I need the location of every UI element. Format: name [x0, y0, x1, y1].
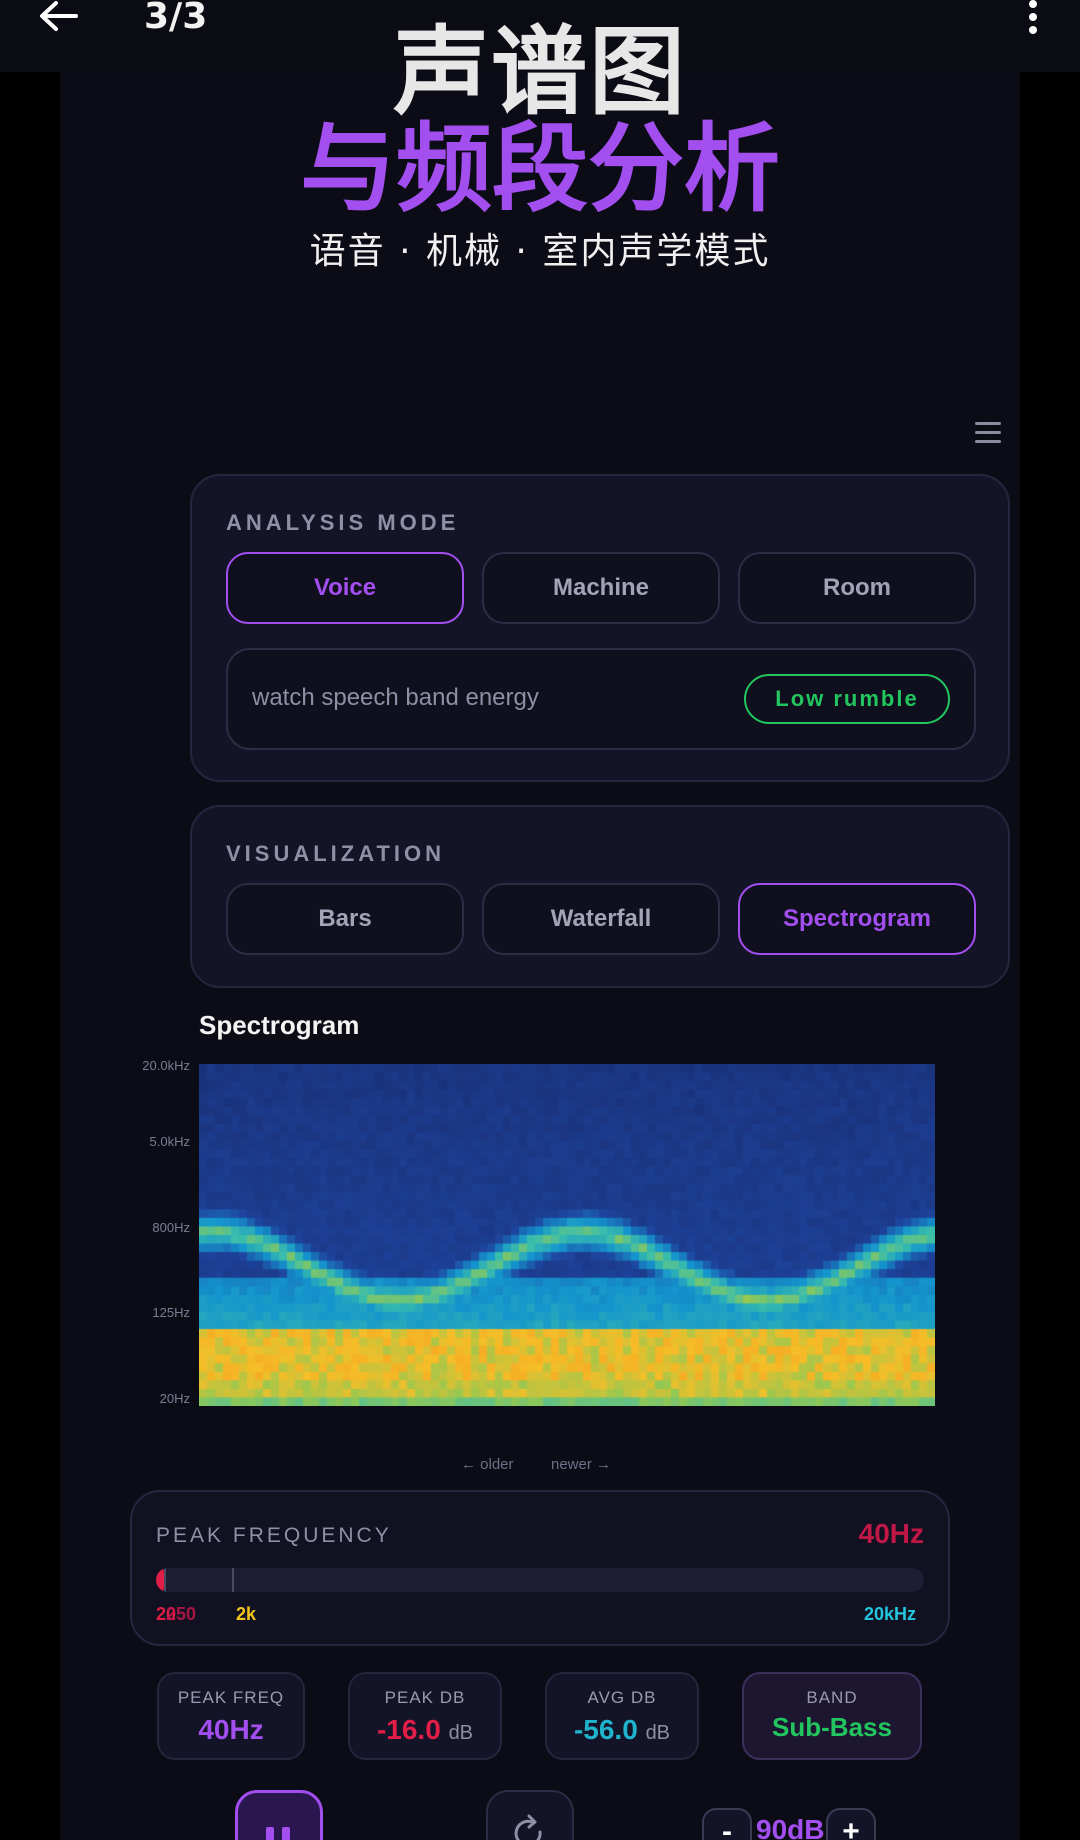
- newer-label: newer →: [551, 1456, 612, 1473]
- hero-subtitle: 与频段分析: [300, 113, 780, 225]
- hero-modes-line: 语音 · 机械 · 室内声学模式: [309, 231, 771, 272]
- stat-avg-db-value-wrap: -56.0 dB: [547, 1714, 697, 1746]
- stat-band-label: BAND: [806, 1688, 858, 1707]
- mode-hint-box: watch speech band energy Low rumble: [226, 648, 976, 750]
- y-tick-125hz: 125Hz: [152, 1305, 190, 1320]
- visualization-card: VISUALIZATION Bars Waterfall Spectrogram: [190, 805, 1010, 988]
- scale-label-250: 250: [166, 1604, 197, 1624]
- viz-spectrogram-button[interactable]: Spectrogram: [738, 883, 976, 955]
- older-label: ← older: [461, 1456, 514, 1473]
- mode-hint-text: watch speech band energy: [252, 684, 539, 711]
- stat-peak-db-value: -16.0: [376, 1714, 441, 1745]
- pause-icon: [266, 1827, 274, 1840]
- low-rumble-badge: Low rumble: [744, 674, 950, 724]
- analysis-mode-card: ANALYSIS MODE Voice Machine Room watch s…: [190, 474, 1010, 782]
- db-range-value: 90dB: [756, 1814, 825, 1840]
- stat-peak-db-label: PEAK DB: [384, 1688, 466, 1707]
- peak-frequency-label: PEAK FREQUENCY: [156, 1524, 392, 1547]
- visualization-label: VISUALIZATION: [226, 841, 446, 866]
- stat-avg-db: AVG DB -56.0 dB: [545, 1672, 699, 1760]
- scale-tick-2k: [232, 1568, 234, 1592]
- stat-peak-db: PEAK DB -16.0 dB: [348, 1672, 502, 1760]
- stat-peak-freq: PEAK FREQ 40Hz: [157, 1672, 305, 1760]
- spectrogram-title: Spectrogram: [199, 1010, 360, 1040]
- y-tick-20hz: 20Hz: [159, 1391, 190, 1406]
- peak-frequency-bar: [156, 1568, 924, 1592]
- stat-peak-db-value-wrap: -16.0 dB: [350, 1714, 500, 1746]
- pause-icon-bar: [282, 1827, 290, 1840]
- stat-peak-freq-value: 40Hz: [198, 1714, 264, 1745]
- refresh-icon: [514, 1814, 542, 1840]
- viz-waterfall-button[interactable]: Waterfall: [482, 883, 720, 955]
- stat-peak-freq-label: PEAK FREQ: [177, 1688, 285, 1707]
- peak-frequency-value: 40Hz: [858, 1518, 924, 1549]
- y-tick-800hz: 800Hz: [152, 1220, 190, 1235]
- hamburger-menu-icon[interactable]: [975, 422, 1001, 444]
- y-tick-5khz: 5.0kHz: [149, 1134, 190, 1149]
- scale-label-20khz: 20kHz: [864, 1604, 917, 1624]
- viz-bars-button[interactable]: Bars: [226, 883, 464, 955]
- mode-room-button[interactable]: Room: [738, 552, 976, 624]
- analysis-mode-label: ANALYSIS MODE: [226, 510, 460, 535]
- app-screen: ANALYSIS MODE Voice Machine Room watch s…: [60, 0, 1020, 1840]
- stat-band-value: Sub-Bass: [772, 1712, 892, 1742]
- spectrogram-canvas: [199, 1064, 935, 1406]
- stat-band: BAND Sub-Bass: [742, 1672, 922, 1760]
- peak-frequency-card: PEAK FREQUENCY 40Hz 20 250 2k 20kHz: [130, 1490, 950, 1646]
- peak-frequency-fill: [156, 1568, 164, 1592]
- stat-avg-db-value: -56.0: [573, 1714, 638, 1745]
- stat-avg-db-unit: dB: [645, 1722, 671, 1744]
- refresh-button[interactable]: [486, 1790, 574, 1840]
- mode-machine-button[interactable]: Machine: [482, 552, 720, 624]
- stat-peak-db-unit: dB: [448, 1722, 474, 1744]
- y-tick-20khz: 20.0kHz: [142, 1058, 190, 1073]
- pause-button[interactable]: [235, 1790, 323, 1840]
- mode-voice-button[interactable]: Voice: [226, 552, 464, 624]
- stat-avg-db-label: AVG DB: [587, 1688, 657, 1707]
- scale-tick-250: [164, 1568, 166, 1592]
- db-decrease-button[interactable]: -: [702, 1808, 752, 1840]
- scale-label-2k: 2k: [236, 1604, 257, 1624]
- hero-title: 声谱图: [393, 16, 687, 128]
- db-increase-button[interactable]: +: [826, 1808, 876, 1840]
